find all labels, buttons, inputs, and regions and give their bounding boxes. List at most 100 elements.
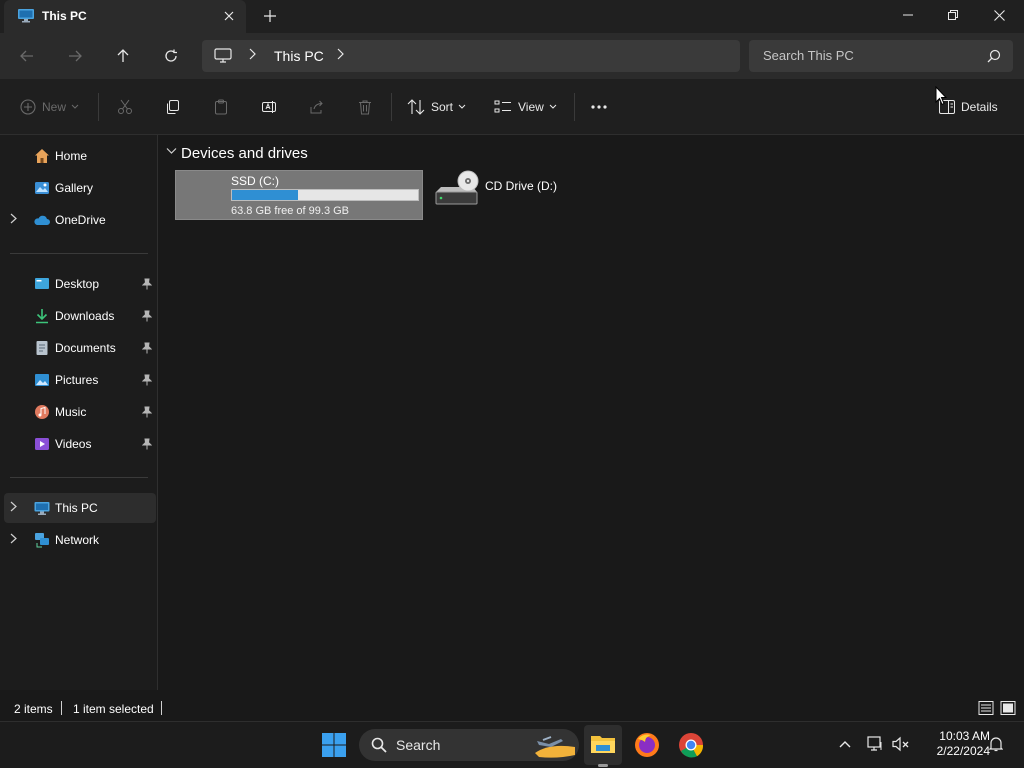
sort-icon <box>407 99 425 115</box>
chevron-right-icon[interactable] <box>10 501 17 512</box>
tab-this-pc[interactable]: This PC <box>4 0 246 33</box>
view-button[interactable]: View <box>494 95 563 119</box>
notifications-button[interactable] <box>987 735 1005 753</box>
pin-icon[interactable] <box>142 438 152 450</box>
mouse-cursor-icon <box>935 86 947 106</box>
group-header-devices[interactable]: Devices and drives <box>181 145 308 162</box>
divider <box>10 253 148 254</box>
plus-circle-icon <box>20 99 36 115</box>
details-button[interactable]: Details <box>939 95 998 119</box>
paste-button[interactable] <box>213 95 235 119</box>
show-hidden-icons-button[interactable] <box>836 735 854 753</box>
sidebar-item-label: Desktop <box>55 277 100 291</box>
sidebar-item-pictures[interactable]: Pictures <box>4 365 156 395</box>
drive-name: SSD (C:) <box>231 174 279 188</box>
divider <box>98 93 99 121</box>
clock-time: 10:03 AM <box>939 729 990 743</box>
chevron-right-icon[interactable] <box>10 533 17 544</box>
firefox-icon[interactable] <box>633 731 661 759</box>
copy-button[interactable] <box>165 95 187 119</box>
pin-icon[interactable] <box>142 342 152 354</box>
gallery-icon <box>35 182 49 194</box>
network-status-button[interactable] <box>867 735 885 753</box>
share-button[interactable] <box>309 95 331 119</box>
navigation-pane: Home Gallery OneDrive Desktop Downloads … <box>0 135 158 690</box>
pin-icon[interactable] <box>142 406 152 418</box>
close-window-button[interactable] <box>976 0 1022 30</box>
sidebar-item-label: Gallery <box>55 181 94 195</box>
command-bar: New Sort View Details <box>0 79 1024 135</box>
taskbar-search-box[interactable]: Search <box>359 729 579 761</box>
music-icon <box>35 405 49 419</box>
forward-button[interactable] <box>61 43 89 69</box>
more-icon <box>591 105 607 109</box>
new-tab-button[interactable] <box>258 5 282 27</box>
delete-button[interactable] <box>357 95 379 119</box>
sidebar-item-documents[interactable]: Documents <box>4 333 156 363</box>
minimize-button[interactable] <box>885 0 931 30</box>
sidebar-item-home[interactable]: Home <box>4 141 156 171</box>
divider <box>61 701 62 715</box>
sidebar-item-this-pc[interactable]: This PC <box>4 493 156 523</box>
clipboard-icon <box>215 99 227 115</box>
breadcrumb-this-pc[interactable]: This PC <box>274 48 324 64</box>
back-button[interactable] <box>13 43 41 69</box>
pin-icon[interactable] <box>142 374 152 386</box>
arrow-up-icon <box>117 49 129 62</box>
taskbar-clock[interactable]: 10:03 AM 2/22/2024 <box>918 729 990 759</box>
chrome-icon[interactable] <box>677 731 705 759</box>
scissors-icon <box>118 99 132 114</box>
up-button[interactable] <box>109 43 137 69</box>
downloads-icon <box>36 309 48 324</box>
drive-tile-c[interactable]: SSD (C:) 63.8 GB free of 99.3 GB <box>175 170 423 220</box>
volume-button[interactable] <box>892 735 910 753</box>
drive-usage-fill <box>232 190 299 200</box>
new-button[interactable]: New <box>20 95 85 119</box>
refresh-icon <box>165 49 177 62</box>
refresh-button[interactable] <box>157 43 185 69</box>
drive-usage-bar <box>231 189 419 201</box>
large-icons-view-icon[interactable] <box>1000 700 1016 716</box>
address-bar[interactable]: This PC <box>202 40 740 72</box>
sidebar-item-downloads[interactable]: Downloads <box>4 301 156 331</box>
start-icon[interactable] <box>320 731 348 759</box>
sort-button[interactable]: Sort <box>407 95 472 119</box>
sidebar-item-label: Music <box>55 405 87 419</box>
sidebar-item-desktop[interactable]: Desktop <box>4 269 156 299</box>
pin-icon[interactable] <box>142 310 152 322</box>
chevron-right-icon[interactable] <box>248 48 256 63</box>
sidebar-item-network[interactable]: Network <box>4 525 156 555</box>
file-list-view[interactable]: Devices and drives SSD (C:) 63.8 GB free… <box>159 135 1024 690</box>
search-input[interactable]: Search This PC <box>749 40 1013 72</box>
this-pc-icon <box>18 9 34 23</box>
divider <box>391 93 392 121</box>
arrow-right-icon <box>69 50 82 62</box>
chevron-down-icon <box>549 104 557 109</box>
chevron-down-icon[interactable] <box>166 147 177 155</box>
cut-button[interactable] <box>117 95 139 119</box>
divider <box>161 701 162 715</box>
onedrive-icon <box>34 215 50 225</box>
see-more-button[interactable] <box>591 95 613 119</box>
restore-button[interactable] <box>930 0 976 30</box>
chevron-right-icon[interactable] <box>336 48 344 63</box>
file-explorer-icon[interactable] <box>589 730 617 758</box>
sidebar-item-onedrive[interactable]: OneDrive <box>4 205 156 235</box>
sidebar-item-music[interactable]: Music <box>4 397 156 427</box>
pin-icon[interactable] <box>142 278 152 290</box>
sidebar-item-videos[interactable]: Videos <box>4 429 156 459</box>
sidebar-item-gallery[interactable]: Gallery <box>4 173 156 203</box>
details-view-icon[interactable] <box>978 700 994 716</box>
search-icon <box>987 49 1001 63</box>
network-icon <box>35 533 49 548</box>
drive-tile-d[interactable]: CD Drive (D:) <box>431 170 571 220</box>
status-bar: 2 items 1 item selected <box>0 697 1024 721</box>
close-tab-icon[interactable] <box>218 5 240 27</box>
rename-icon <box>262 101 276 113</box>
home-icon <box>35 149 49 163</box>
sidebar-item-label: Network <box>55 533 100 547</box>
arrow-left-icon <box>20 50 33 62</box>
rename-button[interactable] <box>261 95 283 119</box>
desktop-icon <box>35 278 49 289</box>
chevron-right-icon[interactable] <box>10 213 17 224</box>
